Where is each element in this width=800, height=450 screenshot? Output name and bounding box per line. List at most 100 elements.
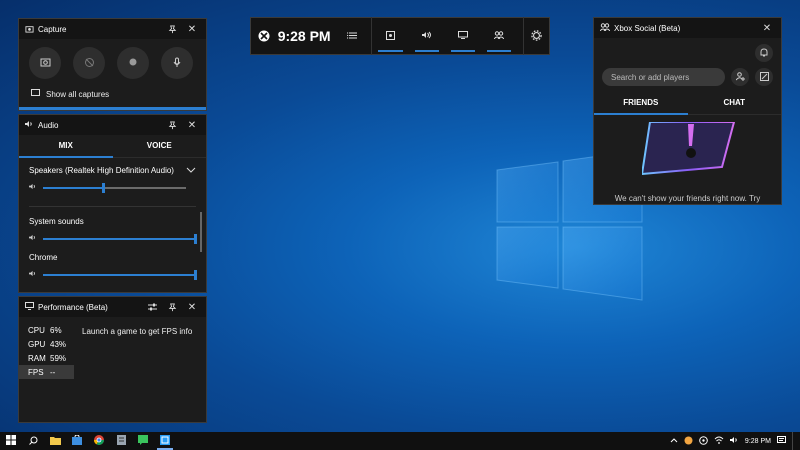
notes-icon	[116, 435, 126, 447]
stat-value: --	[50, 367, 56, 377]
close-icon[interactable]: ✕	[759, 20, 775, 36]
close-icon[interactable]: ✕	[184, 117, 200, 133]
network-icon[interactable]	[714, 436, 724, 446]
taskbar-chat-app[interactable]	[132, 432, 154, 450]
audio-toggle-button[interactable]	[409, 18, 445, 54]
people-icon	[599, 23, 611, 33]
stat-value: 6%	[50, 325, 62, 335]
search-players-input[interactable]: Search or add players	[602, 68, 725, 86]
tab-voice[interactable]: VOICE	[113, 135, 207, 157]
stat-cpu[interactable]: CPU 6%	[19, 323, 74, 337]
taskbar-clock[interactable]: 9:28 PM	[745, 438, 771, 445]
volume-icon	[29, 234, 37, 243]
speaker-icon	[421, 31, 432, 41]
game-bar-icon	[160, 435, 170, 447]
system-thumb[interactable]	[194, 233, 197, 244]
settings-button[interactable]	[524, 18, 549, 54]
add-person-icon	[735, 71, 745, 83]
taskbar-store[interactable]	[66, 432, 88, 450]
fps-message: Launch a game to get FPS info	[82, 327, 193, 336]
chrome-slider[interactable]	[19, 262, 206, 280]
bell-icon	[760, 47, 768, 59]
widget-menu-button[interactable]	[339, 18, 366, 54]
search-icon	[28, 436, 38, 447]
chat-bubble-icon	[138, 435, 148, 447]
error-illustration	[642, 122, 736, 176]
store-icon	[72, 434, 82, 447]
chrome-thumb[interactable]	[194, 269, 197, 280]
performance-title: Performance (Beta)	[38, 302, 108, 312]
master-thumb[interactable]	[102, 182, 106, 193]
device-label: Speakers (Realtek High Definition Audio)	[29, 166, 174, 175]
capture-toggle-button[interactable]	[372, 18, 408, 54]
search-button[interactable]	[22, 432, 44, 450]
camera-icon	[40, 57, 51, 69]
xbox-logo-icon[interactable]	[251, 30, 278, 42]
taskbar-xbox-game-bar[interactable]	[154, 432, 176, 450]
chevron-up-icon[interactable]	[670, 437, 678, 445]
pin-icon[interactable]	[164, 117, 180, 133]
capture-widget: Capture ✕ Show all captures	[18, 18, 207, 111]
chrome-icon	[94, 435, 104, 447]
xbox-social-widget: Xbox Social (Beta) ✕ Search or add playe…	[593, 17, 782, 205]
show-all-label: Show all captures	[46, 89, 110, 99]
volume-icon	[29, 270, 37, 279]
audio-scrollbar[interactable]	[200, 212, 202, 252]
game-bar: 9:28 PM	[250, 17, 550, 55]
perf-stats-list: CPU 6% GPU 43% RAM 59% FPS --	[19, 323, 74, 379]
capture-title: Capture	[38, 24, 67, 34]
pin-icon[interactable]	[164, 299, 180, 315]
stat-key: CPU	[28, 325, 45, 335]
add-friend-button[interactable]	[731, 68, 749, 86]
chevron-down-icon	[186, 166, 196, 175]
microphone-button[interactable]	[161, 47, 193, 79]
volume-icon[interactable]	[729, 436, 739, 446]
performance-toggle-button[interactable]	[445, 18, 481, 54]
close-icon[interactable]: ✕	[184, 21, 200, 37]
app-label-chrome: Chrome	[29, 253, 58, 262]
stat-value: 43%	[50, 339, 67, 349]
screenshot-button[interactable]	[29, 47, 61, 79]
taskbar-app-notes[interactable]	[110, 432, 132, 450]
taskbar-chrome[interactable]	[88, 432, 110, 450]
folder-icon	[49, 436, 61, 447]
performance-widget: Performance (Beta) ✕ CPU 6% GPU 43% RAM 59%…	[18, 296, 207, 423]
show-desktop-button[interactable]	[792, 432, 796, 450]
notification-center-icon[interactable]	[777, 436, 786, 446]
capture-icon	[385, 30, 395, 42]
windows-icon	[6, 435, 16, 447]
tab-chat[interactable]: CHAT	[688, 92, 782, 114]
gamebar-clock: 9:28 PM	[277, 28, 331, 44]
record-last-button[interactable]	[73, 47, 105, 79]
system-sounds-slider[interactable]	[19, 226, 206, 244]
social-error-message: We can't show your friends right now. Tr…	[614, 194, 761, 203]
system-fill	[43, 237, 196, 240]
master-track	[43, 182, 186, 193]
notifications-button[interactable]	[755, 44, 773, 62]
close-icon[interactable]: ✕	[184, 299, 200, 315]
audio-widget: Audio ✕ MIX VOICE Speakers (Realtek High…	[18, 114, 207, 293]
emoji-app-icon[interactable]	[684, 436, 693, 447]
compose-button[interactable]	[755, 68, 773, 86]
stat-ram[interactable]: RAM 59%	[19, 351, 74, 365]
system-tray: 9:28 PM	[670, 432, 800, 450]
record-icon	[129, 58, 137, 68]
meet-icon[interactable]	[699, 435, 708, 447]
settings-sliders-icon[interactable]	[144, 299, 160, 315]
show-all-captures-link[interactable]: Show all captures	[19, 79, 206, 99]
tab-friends[interactable]: FRIENDS	[594, 92, 688, 115]
stat-gpu[interactable]: GPU 43%	[19, 337, 74, 351]
taskbar-file-explorer[interactable]	[44, 432, 66, 450]
people-icon	[493, 31, 505, 41]
stat-fps[interactable]: FPS --	[19, 365, 74, 379]
stat-key: RAM	[28, 353, 46, 363]
start-button[interactable]	[0, 432, 22, 450]
start-recording-button[interactable]	[117, 47, 149, 79]
taskbar: 9:28 PM	[0, 432, 800, 450]
master-volume-slider[interactable]	[19, 175, 206, 193]
pin-icon[interactable]	[164, 21, 180, 37]
social-toggle-button[interactable]	[481, 18, 517, 54]
tab-mix[interactable]: MIX	[19, 135, 113, 158]
device-dropdown[interactable]: Speakers (Realtek High Definition Audio)	[19, 158, 206, 175]
app-label-system: System sounds	[29, 217, 84, 226]
